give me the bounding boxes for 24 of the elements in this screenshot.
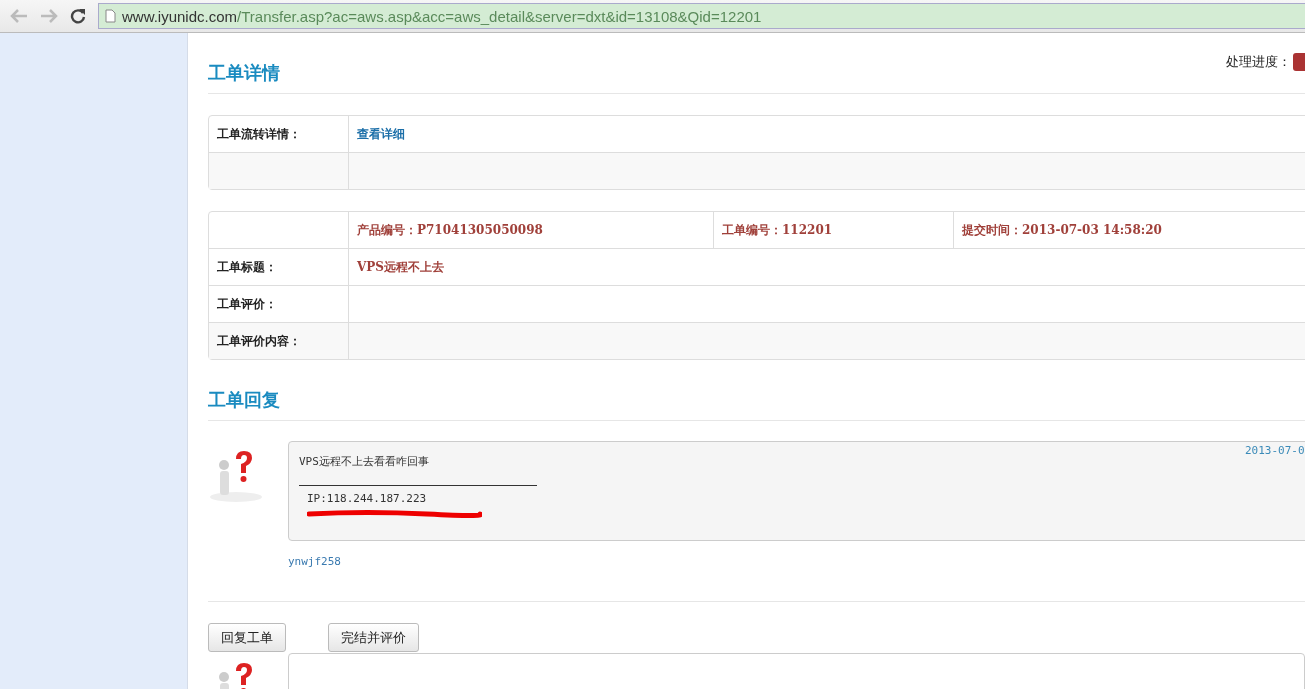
progress-label: 处理进度： bbox=[1226, 53, 1291, 71]
url-host: www.iyunidc.com bbox=[122, 7, 238, 25]
details-link[interactable]: 查看详细 bbox=[357, 126, 405, 141]
back-icon[interactable] bbox=[10, 9, 28, 23]
reply-date: 2013-07-0 bbox=[1245, 444, 1305, 457]
forward-icon[interactable] bbox=[40, 9, 58, 23]
action-button[interactable]: 回复工单 bbox=[208, 623, 286, 652]
reload-icon[interactable] bbox=[70, 8, 86, 24]
table-cell: 产品编号：P71041305050098 bbox=[349, 212, 714, 248]
address-bar[interactable]: www.iyunidc.com/Transfer.asp?ac=aws.asp&acc=aws_detail&server=dxt&id=13108&Qid=12201 bbox=[98, 3, 1305, 29]
table-cell: 工单编号：112201 bbox=[714, 212, 954, 248]
url-path: /Transfer.asp?ac=aws.asp&acc=aws_detail&server=dxt&id=13108&Qid=12201 bbox=[237, 7, 762, 25]
section-title: 工单详情 bbox=[208, 61, 280, 85]
section-title: 工单回复 bbox=[208, 388, 281, 412]
reply-text: VPS远程不上去看看咋回事 bbox=[299, 454, 430, 469]
table-cell-text: 提交时间：2013-07-03 14:58:20 bbox=[961, 221, 1163, 239]
action-button[interactable]: 完结并评价 bbox=[328, 623, 419, 652]
status-badge bbox=[1293, 53, 1305, 71]
page-icon bbox=[105, 9, 116, 23]
table-cell: VPS远程不上去 bbox=[357, 259, 444, 274]
table-cell: 工单评价内容： bbox=[209, 322, 349, 359]
reply-author: ynwjf258 bbox=[288, 555, 342, 568]
ip-text: IP:118.244.187.223 bbox=[306, 492, 428, 505]
table-cell: 工单标题： bbox=[209, 248, 349, 285]
